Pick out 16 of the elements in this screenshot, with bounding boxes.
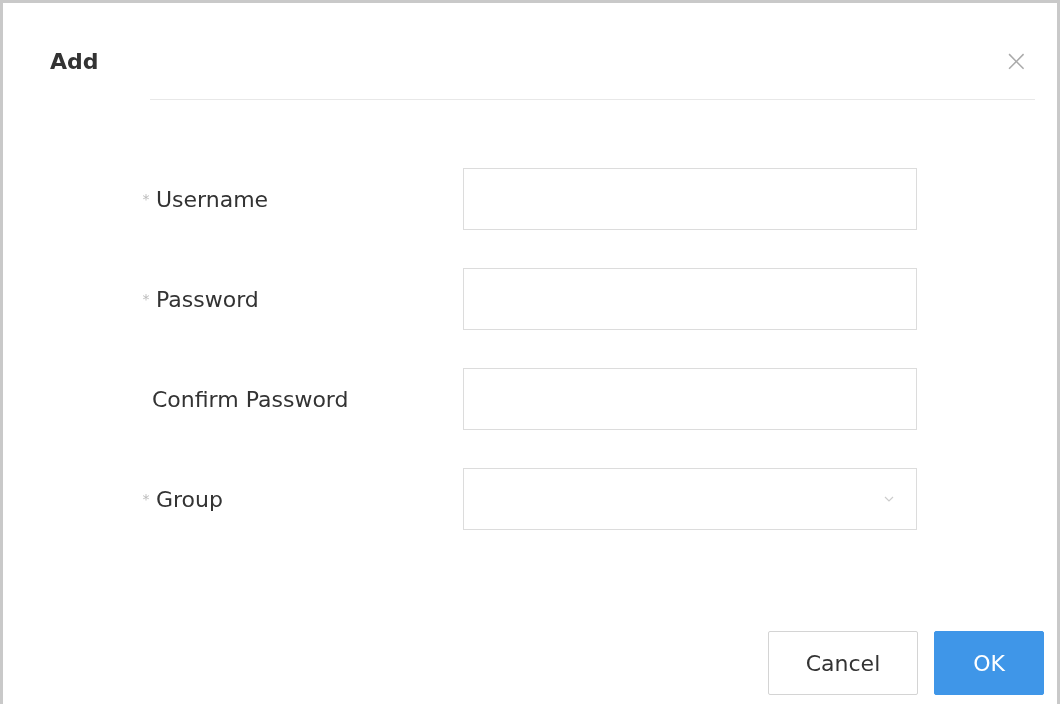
required-mark: * [141, 491, 151, 507]
dropdown-field[interactable] [463, 468, 917, 530]
field-label: Confirm Password [152, 386, 349, 412]
password-field[interactable] [463, 368, 917, 430]
caret-icon [884, 496, 894, 502]
field-label: Group [156, 486, 223, 512]
password-field[interactable] [463, 268, 917, 330]
field-label: Username [156, 186, 269, 212]
field-label: Password [156, 286, 259, 312]
dialog-title: Add [50, 48, 99, 74]
cancel-button[interactable]: Cancel [768, 631, 918, 695]
required-mark: * [141, 291, 151, 307]
text-field[interactable] [463, 168, 917, 230]
ok-button[interactable]: OK [934, 631, 1044, 695]
close-button[interactable]: × [1003, 46, 1029, 76]
required-mark: * [141, 191, 151, 207]
